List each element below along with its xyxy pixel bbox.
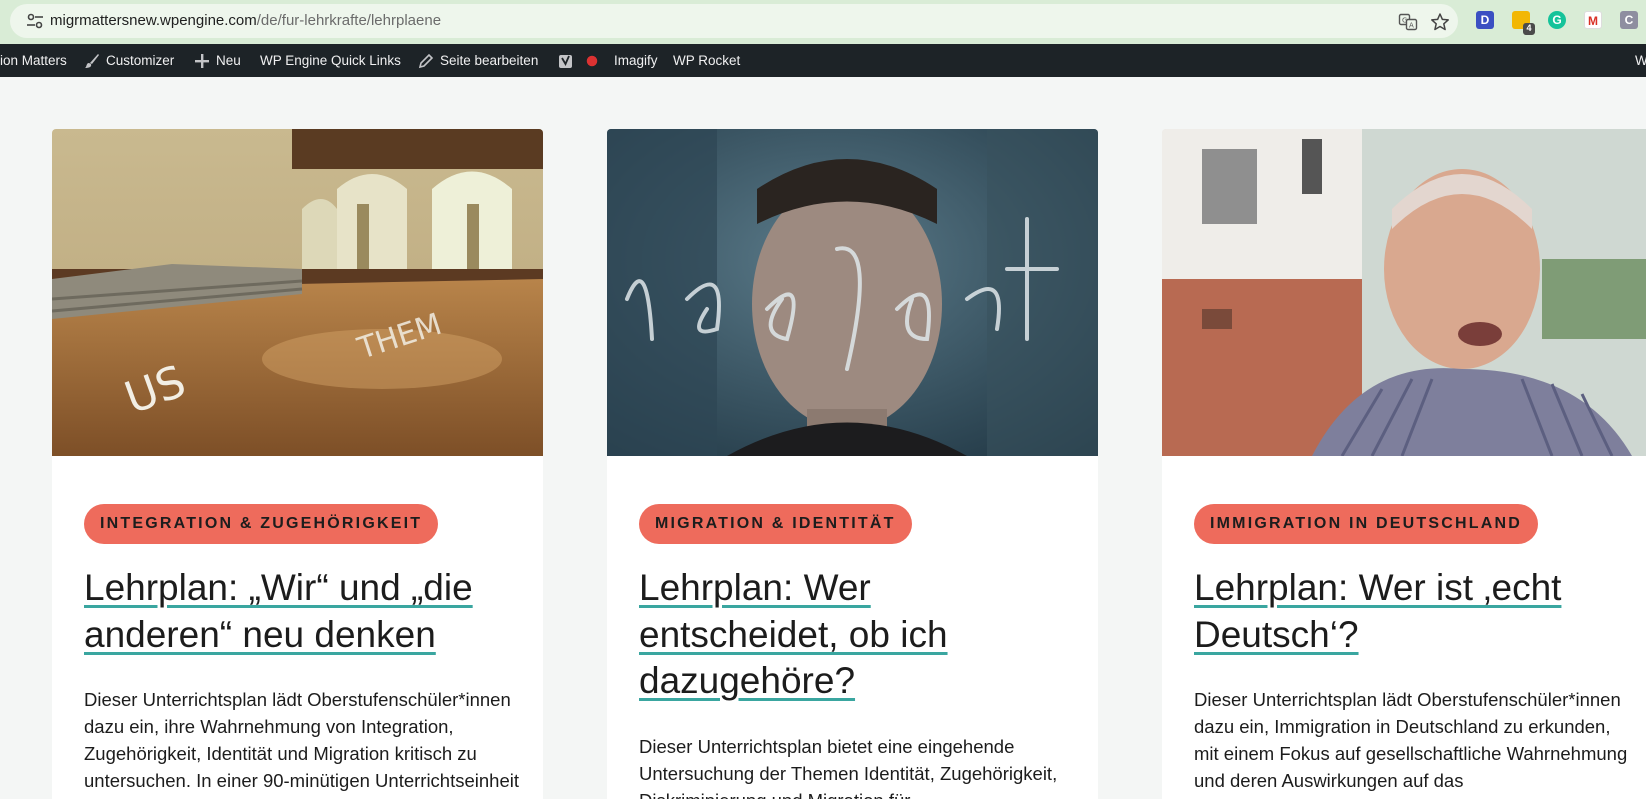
site-name-link[interactable]: ion Matters xyxy=(0,44,67,77)
lesson-card[interactable]: US THEM INTEGRATION & ZUGEHÖRIGKEIT Lehr… xyxy=(52,129,543,799)
d-extension-icon[interactable]: D xyxy=(1476,11,1494,29)
url-domain: migrmattersnew.wpengine.com xyxy=(50,12,257,29)
pencil-icon xyxy=(418,53,434,68)
gmail-icon[interactable]: M xyxy=(1584,11,1602,29)
card-image-hall-floor[interactable]: US THEM xyxy=(52,129,543,456)
lesson-card[interactable]: IMMIGRATION IN DEUTSCHLAND Lehrplan: Wer… xyxy=(1162,129,1646,799)
card-title-link[interactable]: Lehrplan: Wer ist ‚echt Deutsch‘? xyxy=(1194,565,1634,658)
desc-line: und deren Auswirkungen auf das xyxy=(1194,770,1464,791)
account-menu[interactable]: W xyxy=(1635,44,1646,77)
title-line: Lehrplan: Wer xyxy=(639,567,871,608)
extension-badge: 4 xyxy=(1523,23,1535,35)
desc-line: untersuchen. In einer 90-minütigen Unter… xyxy=(84,770,519,791)
desc-line: dazu ein, Immigration in Deutschland zu … xyxy=(1194,716,1611,737)
quick-links-label: WP Engine Quick Links xyxy=(260,53,401,68)
desc-line: Diskriminierung und Migration für xyxy=(639,787,1079,799)
grammarly-icon[interactable]: G xyxy=(1548,11,1566,29)
imagify-label: Imagify xyxy=(614,53,658,68)
new-label: Neu xyxy=(216,53,241,68)
title-line: Deutsch‘? xyxy=(1194,613,1359,655)
card-description: Dieser Unterrichtsplan lädt Oberstufensc… xyxy=(1194,686,1634,794)
wp-engine-quick-links[interactable]: WP Engine Quick Links xyxy=(260,44,401,77)
bookmark-star-icon[interactable] xyxy=(1430,12,1450,32)
seo-status-dot-icon xyxy=(586,55,598,66)
translate-icon[interactable]: G A xyxy=(1398,12,1418,32)
svg-text:G: G xyxy=(1402,17,1407,25)
folder-extension-icon[interactable]: 4 xyxy=(1512,11,1535,35)
category-badge[interactable]: MIGRATION & IDENTITÄT xyxy=(639,504,912,544)
svg-text:A: A xyxy=(1409,22,1414,30)
url-path: /de/fur-lehrkrafte/lehrplaene xyxy=(256,12,442,29)
customizer-label: Customizer xyxy=(106,53,175,68)
desc-line: Untersuchung der Themen Identität, Zugeh… xyxy=(639,763,1058,784)
yoast-icon xyxy=(559,54,572,68)
title-line: Lehrplan: „Wir“ und „die xyxy=(84,567,473,608)
plus-icon xyxy=(195,53,209,68)
c-extension-icon[interactable]: C xyxy=(1620,11,1638,29)
card-description: Dieser Unterrichtsplan bietet eine einge… xyxy=(639,733,1079,799)
browser-toolbar: migrmattersnew.wpengine.com/de/fur-lehrk… xyxy=(0,0,1646,44)
card-image-respect-window[interactable] xyxy=(607,129,1098,456)
lesson-card[interactable]: MIGRATION & IDENTITÄT Lehrplan: Wer ents… xyxy=(607,129,1098,799)
account-label: W xyxy=(1635,53,1646,68)
card-title-link[interactable]: Lehrplan: „Wir“ und „die anderen“ neu de… xyxy=(84,565,524,658)
imagify-link[interactable]: Imagify xyxy=(614,44,658,77)
title-line: anderen“ neu denken xyxy=(84,613,436,655)
wp-rocket-link[interactable]: WP Rocket xyxy=(673,44,740,77)
site-settings-icon[interactable] xyxy=(26,13,44,29)
address-bar[interactable]: migrmattersnew.wpengine.com/de/fur-lehrk… xyxy=(10,4,1458,38)
card-description: Dieser Unterrichtsplan lädt Oberstufensc… xyxy=(84,686,524,794)
desc-line: Zugehörigkeit, Identität und Migration k… xyxy=(84,743,477,764)
customizer-link[interactable]: Customizer xyxy=(84,44,174,77)
desc-line: mit einem Fokus auf gesellschaftliche Wa… xyxy=(1194,743,1628,764)
title-line: entscheidet, ob ich xyxy=(639,613,948,655)
category-badge[interactable]: INTEGRATION & ZUGEHÖRIGKEIT xyxy=(84,504,439,544)
yoast-seo-menu[interactable] xyxy=(558,44,598,77)
edit-page-label: Seite bearbeiten xyxy=(440,53,539,68)
wp-admin-bar: ion Matters Customizer Neu WP Engine Qui… xyxy=(0,44,1646,77)
edit-page-link[interactable]: Seite bearbeiten xyxy=(418,44,538,77)
new-link[interactable]: Neu xyxy=(194,44,241,77)
site-name-label: ion Matters xyxy=(0,53,67,68)
card-image-elderly-man[interactable] xyxy=(1162,129,1646,456)
card-title-link[interactable]: Lehrplan: Wer entscheidet, ob ich dazuge… xyxy=(639,565,1079,705)
category-badge[interactable]: IMMIGRATION IN DEUTSCHLAND xyxy=(1194,504,1538,544)
url-text[interactable]: migrmattersnew.wpengine.com/de/fur-lehrk… xyxy=(50,12,441,29)
brush-icon xyxy=(85,53,99,68)
desc-line: Dieser Unterrichtsplan lädt Oberstufensc… xyxy=(1194,689,1621,710)
title-line: Lehrplan: Wer ist ‚echt xyxy=(1194,567,1562,608)
desc-line: dazu ein, ihre Wahrnehmung von Integrati… xyxy=(84,716,454,737)
desc-line: Dieser Unterrichtsplan bietet eine einge… xyxy=(639,736,1015,757)
wp-rocket-label: WP Rocket xyxy=(673,53,741,68)
desc-line: Dieser Unterrichtsplan lädt Oberstufensc… xyxy=(84,689,511,710)
title-line: dazugehöre? xyxy=(639,660,856,701)
